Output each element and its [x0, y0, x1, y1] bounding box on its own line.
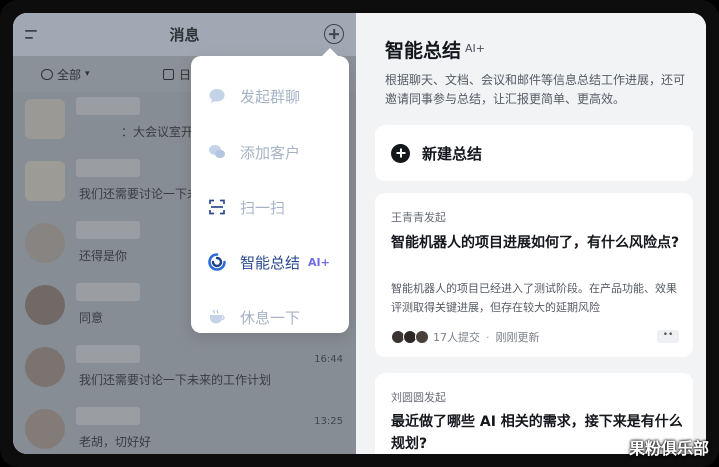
menu-item-start-group-chat[interactable]: 发起群聊 — [191, 76, 349, 116]
new-summary-label: 新建总结 — [422, 144, 483, 163]
menu-item-label: 扫一扫 — [240, 198, 286, 217]
add-popup-menu: 发起群聊 添加客户 扫一扫 智能总结 AI+ 休息一下 — [191, 48, 349, 333]
update-status: 刚刚更新 — [495, 331, 540, 344]
ai-summary-icon — [208, 253, 226, 271]
menu-item-label: 添加客户 — [240, 143, 301, 162]
ai-plus-badge: AI+ — [465, 42, 485, 55]
panel-description: 根据聊天、文档、会议和邮件等信息总结工作进展，还可邀请同事参与总结，让汇报更简单… — [385, 73, 686, 106]
wechat-icon — [209, 145, 225, 159]
participant-avatars — [391, 330, 429, 344]
popup-caret — [322, 48, 338, 56]
message-panel: 消息 全部 ▾ 日 ：大会议室开展 我们还需要讨论一下未 还得是你 同意 我们还… — [13, 13, 356, 454]
avatar — [415, 330, 429, 344]
menu-item-add-customer[interactable]: 添加客户 — [191, 132, 349, 172]
scan-icon — [209, 199, 225, 215]
plus-circle-icon — [391, 143, 410, 163]
menu-item-scan[interactable]: 扫一扫 — [191, 187, 349, 227]
new-summary-button[interactable]: 新建总结 — [375, 125, 693, 181]
menu-item-take-a-break[interactable]: 休息一下 — [191, 297, 349, 337]
menu-item-smart-summary[interactable]: 智能总结 AI+ — [191, 242, 349, 282]
menu-item-label: 休息一下 — [240, 308, 301, 327]
screen: 消息 全部 ▾ 日 ：大会议室开展 我们还需要讨论一下未 还得是你 同意 我们还… — [13, 13, 706, 454]
menu-item-label: 智能总结 — [240, 253, 301, 272]
menu-item-label: 发起群聊 — [240, 87, 301, 106]
device-frame: 消息 全部 ▾ 日 ：大会议室开展 我们还需要讨论一下未 还得是你 同意 我们还… — [0, 0, 719, 467]
chat-bubble-icon — [209, 89, 225, 103]
separator: · — [486, 330, 490, 344]
card-footer: 17人提交 · 刚刚更新 — [391, 329, 540, 345]
more-options-button[interactable]: •• — [657, 330, 679, 343]
smart-summary-panel: 智能总结 AI+ 根据聊天、文档、会议和邮件等信息总结工作进展，还可邀请同事参与… — [356, 13, 706, 454]
card-author: 刘圆圆发起 — [391, 391, 446, 404]
summary-card[interactable]: 王青青发起 智能机器人的项目进展如何了，有什么风险点? 智能机器人的项目已经进入… — [375, 193, 693, 357]
watermark: 果粉俱乐部 — [628, 439, 709, 458]
card-body: 智能机器人的项目已经进入了测试阶段。在产品功能、效果评测取得关键进展，但存在较大… — [391, 282, 677, 314]
page-title: 智能总结 — [385, 40, 462, 62]
ai-plus-badge: AI+ — [308, 255, 330, 269]
card-author: 王青青发起 — [391, 211, 446, 224]
submitter-count: 17人提交 — [433, 331, 480, 344]
coffee-cup-icon — [210, 309, 225, 324]
card-title: 智能机器人的项目进展如何了，有什么风险点? — [391, 235, 680, 251]
